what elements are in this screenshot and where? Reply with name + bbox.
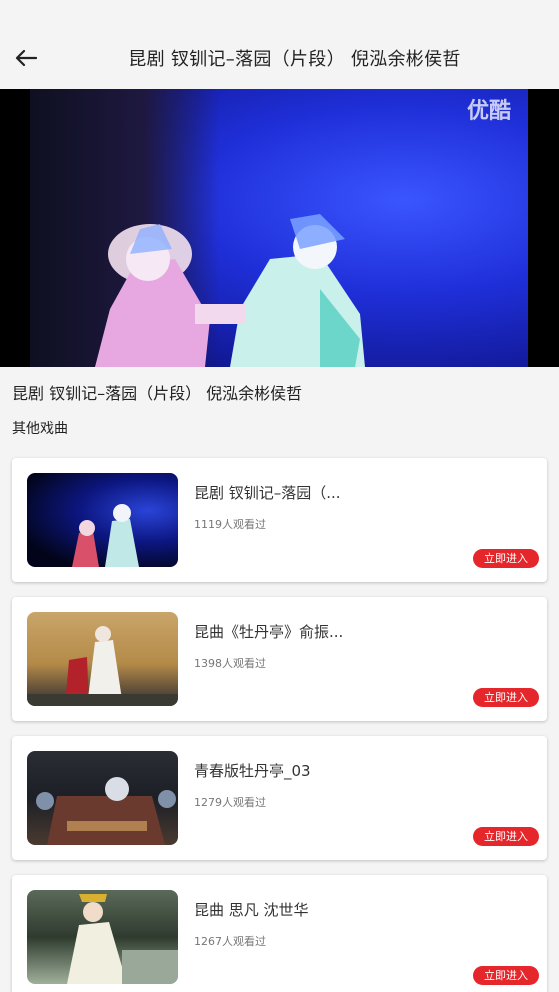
item-views: 1279人观看过 (194, 796, 266, 809)
enter-button[interactable]: 立即进入 (473, 966, 539, 985)
list-item[interactable]: 昆曲《牡丹亭》俞振... 1398人观看过 立即进入 (12, 597, 547, 721)
enter-button[interactable]: 立即进入 (473, 827, 539, 846)
thumbnail (27, 473, 178, 567)
enter-button[interactable]: 立即进入 (473, 688, 539, 707)
list-item[interactable]: 青春版牡丹亭_03 1279人观看过 立即进入 (12, 736, 547, 860)
item-title: 青春版牡丹亭_03 (194, 762, 311, 780)
video-title: 昆剧 钗钏记–落园（片段） 倪泓余彬侯哲 (12, 384, 303, 403)
app-bar: 昆剧 钗钏记–落园（片段） 倪泓余彬侯哲 (0, 28, 559, 88)
page-title: 昆剧 钗钏记–落园（片段） 倪泓余彬侯哲 (128, 49, 461, 70)
item-views: 1267人观看过 (194, 935, 266, 948)
list-item[interactable]: 昆曲 思凡 沈世华 1267人观看过 立即进入 (12, 875, 547, 992)
section-label: 其他戏曲 (12, 421, 68, 437)
item-views: 1398人观看过 (194, 657, 266, 670)
performers-image (95, 214, 365, 367)
watermark-logo: 优酷 (466, 99, 511, 124)
item-title: 昆曲 思凡 沈世华 (194, 901, 309, 919)
back-button[interactable] (10, 42, 42, 74)
thumbnail (27, 751, 178, 845)
item-title: 昆剧 钗钏记–落园（... (194, 484, 341, 502)
video-player[interactable]: 优酷 (0, 89, 559, 367)
thumbnail (27, 890, 178, 984)
arrow-left-icon (15, 49, 37, 67)
thumbnail (27, 612, 178, 706)
list-item[interactable]: 昆剧 钗钏记–落园（... 1119人观看过 立即进入 (12, 458, 547, 582)
enter-button[interactable]: 立即进入 (473, 549, 539, 568)
item-views: 1119人观看过 (194, 518, 266, 531)
status-bar (0, 0, 559, 28)
item-title: 昆曲《牡丹亭》俞振... (194, 623, 344, 641)
opera-list: 昆剧 钗钏记–落园（... 1119人观看过 立即进入 昆曲《牡丹亭》俞振...… (12, 458, 547, 992)
